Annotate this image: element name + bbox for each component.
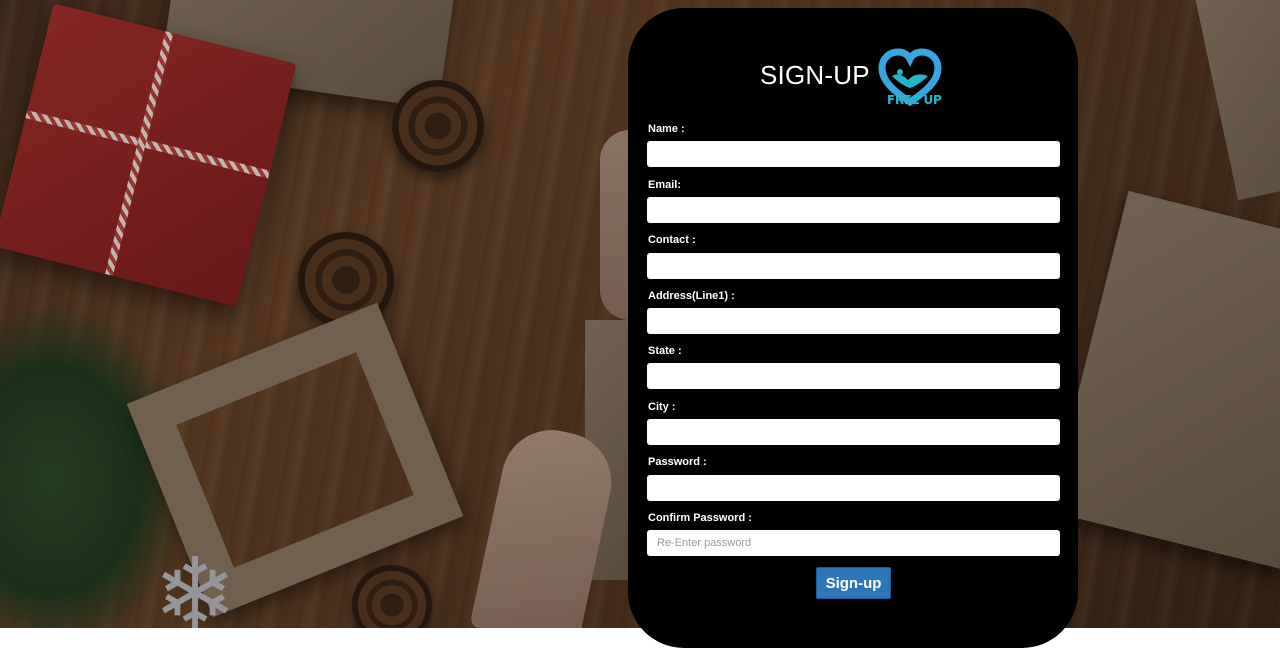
address-line1-label: Address(Line1) : <box>648 290 735 302</box>
signup-card: SIGN-UP FREE UP Name : Email: Contact : … <box>628 8 1078 648</box>
email-input[interactable] <box>647 197 1060 223</box>
password-label: Password : <box>648 456 707 468</box>
signup-header: SIGN-UP FREE UP <box>628 46 1078 120</box>
state-label: State : <box>648 345 682 357</box>
logo-text: FREE UP <box>887 93 942 107</box>
contact-label: Contact : <box>648 234 696 246</box>
address-line1-input[interactable] <box>647 308 1060 334</box>
signup-button[interactable]: Sign-up <box>816 567 891 599</box>
confirm-password-label: Confirm Password : <box>648 512 752 524</box>
state-input[interactable] <box>647 363 1060 389</box>
name-label: Name : <box>648 123 685 135</box>
email-label: Email: <box>648 179 682 191</box>
city-input[interactable] <box>647 419 1060 445</box>
city-label: City : <box>648 401 676 413</box>
page-title: SIGN-UP <box>760 60 870 90</box>
confirm-password-input[interactable] <box>647 530 1060 556</box>
name-input[interactable] <box>647 141 1060 167</box>
contact-input[interactable] <box>647 253 1060 279</box>
password-input[interactable] <box>647 475 1060 501</box>
